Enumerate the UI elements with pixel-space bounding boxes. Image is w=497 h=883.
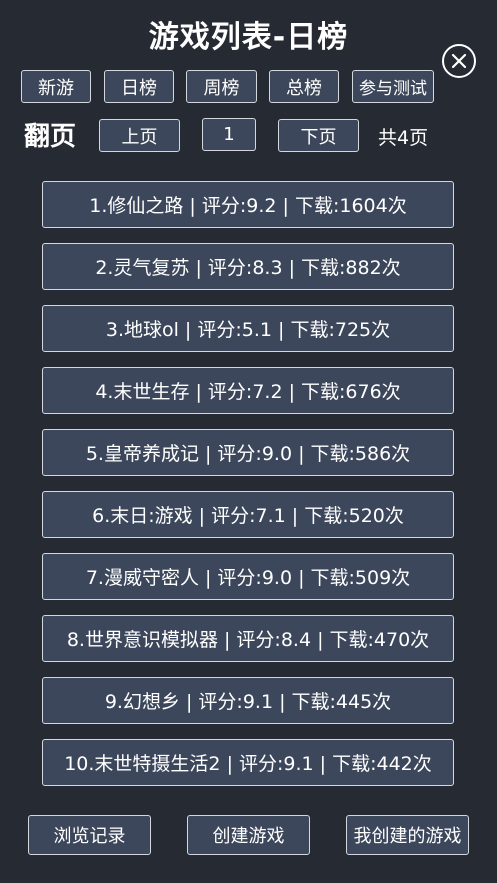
game-list-item[interactable]: 5.皇帝养成记 | 评分:9.0 | 下载:586次 [42, 429, 454, 476]
close-icon [451, 53, 467, 69]
my-games-button[interactable]: 我创建的游戏 [346, 815, 469, 855]
tab-daily-ranking[interactable]: 日榜 [104, 70, 174, 103]
game-list-item[interactable]: 2.灵气复苏 | 评分:8.3 | 下载:882次 [42, 243, 454, 290]
game-list-item[interactable]: 6.末日:游戏 | 评分:7.1 | 下载:520次 [42, 491, 454, 538]
page-title: 游戏列表-日榜 [148, 20, 349, 55]
next-page-button[interactable]: 下页 [278, 119, 359, 152]
pager-label: 翻页 [24, 122, 77, 152]
total-pages-text: 共4页 [378, 127, 429, 149]
game-list: 1.修仙之路 | 评分:9.2 | 下载:1604次 2.灵气复苏 | 评分:8… [42, 181, 454, 801]
game-list-item[interactable]: 4.末世生存 | 评分:7.2 | 下载:676次 [42, 367, 454, 414]
close-button[interactable] [442, 44, 476, 78]
game-list-item[interactable]: 8.世界意识模拟器 | 评分:8.4 | 下载:470次 [42, 615, 454, 662]
game-list-item[interactable]: 7.漫威守密人 | 评分:9.0 | 下载:509次 [42, 553, 454, 600]
prev-page-button[interactable]: 上页 [99, 119, 180, 152]
game-list-item[interactable]: 1.修仙之路 | 评分:9.2 | 下载:1604次 [42, 181, 454, 228]
tab-join-testing[interactable]: 参与测试 [352, 70, 434, 103]
tab-weekly-ranking[interactable]: 周榜 [186, 70, 257, 103]
page-number-input[interactable] [202, 118, 256, 151]
create-game-button[interactable]: 创建游戏 [187, 815, 310, 855]
game-list-item[interactable]: 10.末世特摄生活2 | 评分:9.1 | 下载:442次 [42, 739, 454, 786]
tab-new-games[interactable]: 新游 [21, 70, 91, 103]
game-list-item[interactable]: 3.地球ol | 评分:5.1 | 下载:725次 [42, 305, 454, 352]
browse-history-button[interactable]: 浏览记录 [28, 815, 151, 855]
game-list-item[interactable]: 9.幻想乡 | 评分:9.1 | 下载:445次 [42, 677, 454, 724]
tab-total-ranking[interactable]: 总榜 [269, 70, 339, 103]
